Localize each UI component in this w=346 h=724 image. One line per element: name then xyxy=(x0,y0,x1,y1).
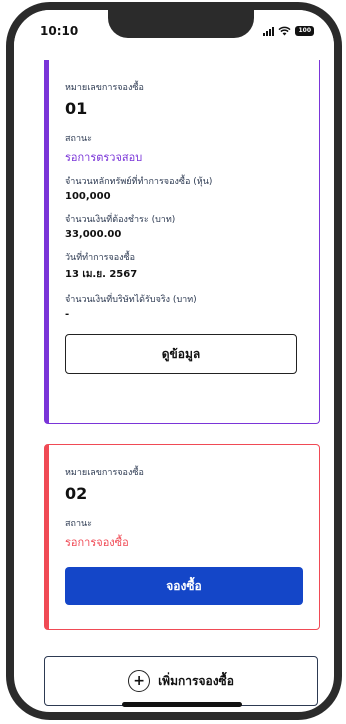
order-card-01: หมายเลขการจองซื้อ 01 สถานะ รอการตรวจสอบ … xyxy=(44,60,320,424)
shares-value: 100,000 xyxy=(65,191,111,202)
subscribe-button[interactable]: จองซื้อ xyxy=(65,567,303,605)
shares-label: จำนวนหลักทรัพย์ที่ทำการจองซื้อ (หุ้น) xyxy=(65,177,213,187)
status-icons: 100 xyxy=(263,26,314,36)
home-indicator xyxy=(122,702,242,707)
status-value: รอการตรวจสอบ xyxy=(65,151,143,164)
order-number: 01 xyxy=(65,99,88,118)
status-label: สถานะ xyxy=(65,519,92,529)
view-details-button[interactable]: ดูข้อมูล xyxy=(65,334,297,374)
order-list: หมายเลขการจองซื้อ 01 สถานะ รอการตรวจสอบ … xyxy=(14,50,334,712)
battery-icon: 100 xyxy=(295,26,314,36)
notch xyxy=(108,10,254,38)
date-label: วันที่ทำการจองซื้อ xyxy=(65,253,136,263)
add-subscription-label: เพิ่มการจองซื้อ xyxy=(158,673,234,688)
received-amount-value: - xyxy=(65,309,70,320)
order-number: 02 xyxy=(65,484,88,503)
order-number-label: หมายเลขการจองซื้อ xyxy=(65,83,144,93)
status-value: รอการจองซื้อ xyxy=(65,536,129,549)
date-value: 13 เม.ย. 2567 xyxy=(65,269,138,280)
signal-icon xyxy=(263,26,275,36)
plus-circle-icon: + xyxy=(128,670,151,692)
add-subscription-button[interactable]: + เพิ่มการจองซื้อ xyxy=(44,656,318,706)
amount-value: 33,000.00 xyxy=(65,229,122,240)
order-number-label: หมายเลขการจองซื้อ xyxy=(65,468,144,478)
amount-label: จำนวนเงินที่ต้องชำระ (บาท) xyxy=(65,215,176,225)
status-label: สถานะ xyxy=(65,134,92,144)
received-amount-label: จำนวนเงินที่บริษัทได้รับจริง (บาท) xyxy=(65,295,197,305)
wifi-icon xyxy=(278,26,291,36)
phone-frame: 10:10 100 หมายเลขการจองซื้อ 01 สถานะ รอก… xyxy=(6,2,342,720)
status-time: 10:10 xyxy=(40,24,79,38)
order-card-02: หมายเลขการจองซื้อ 02 สถานะ รอการจองซื้อ … xyxy=(44,444,320,630)
